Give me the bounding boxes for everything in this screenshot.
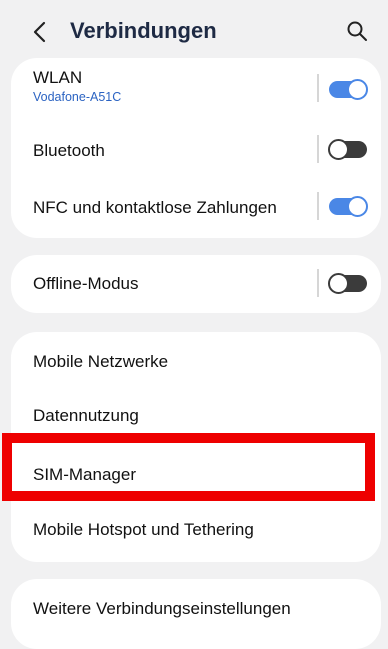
- offline-mode-label: Offline-Modus: [33, 274, 139, 293]
- offline-mode-row[interactable]: Offline-Modus: [11, 255, 381, 313]
- wlan-toggle[interactable]: [329, 79, 368, 100]
- page-title: Verbindungen: [70, 18, 217, 43]
- connections-group-4: Weitere Verbindungseinstellungen: [11, 579, 381, 649]
- connections-group-3: Mobile Netzwerke Datennutzung SIM-Manage…: [11, 332, 381, 562]
- bluetooth-toggle[interactable]: [328, 139, 367, 160]
- sim-manager-row[interactable]: SIM-Manager: [11, 442, 381, 500]
- divider: [317, 192, 319, 220]
- bluetooth-label: Bluetooth: [33, 141, 105, 160]
- connections-group-1: WLAN Vodafone-A51C Bluetooth NFC und kon…: [11, 58, 381, 238]
- mobile-networks-label: Mobile Netzwerke: [33, 352, 169, 371]
- wlan-row[interactable]: WLAN Vodafone-A51C: [11, 58, 381, 120]
- divider: [317, 269, 319, 297]
- nfc-row[interactable]: NFC und kontaktlose Zahlungen: [11, 178, 381, 238]
- data-usage-label: Datennutzung: [33, 406, 139, 425]
- chevron-left-icon[interactable]: [30, 20, 50, 44]
- hotspot-row[interactable]: Mobile Hotspot und Tethering: [11, 500, 381, 562]
- wlan-label: WLAN: [33, 68, 83, 87]
- nfc-label: NFC und kontaktlose Zahlungen: [33, 198, 277, 217]
- mobile-networks-row[interactable]: Mobile Netzwerke: [11, 332, 381, 387]
- app-header: Verbindungen: [0, 0, 388, 60]
- more-connection-settings-label: Weitere Verbindungseinstellungen: [33, 599, 291, 618]
- sim-manager-label: SIM-Manager: [33, 465, 136, 484]
- connections-group-2: Offline-Modus: [11, 255, 381, 313]
- nfc-toggle[interactable]: [329, 196, 368, 217]
- bluetooth-row[interactable]: Bluetooth: [11, 120, 381, 178]
- search-icon[interactable]: [346, 20, 368, 42]
- divider: [317, 135, 319, 163]
- wlan-network-name: Vodafone-A51C: [33, 90, 122, 104]
- divider: [317, 74, 319, 102]
- data-usage-row[interactable]: Datennutzung: [11, 387, 381, 442]
- more-connection-settings-row[interactable]: Weitere Verbindungseinstellungen: [11, 579, 381, 649]
- hotspot-label: Mobile Hotspot und Tethering: [33, 520, 254, 539]
- offline-mode-toggle[interactable]: [328, 273, 367, 294]
